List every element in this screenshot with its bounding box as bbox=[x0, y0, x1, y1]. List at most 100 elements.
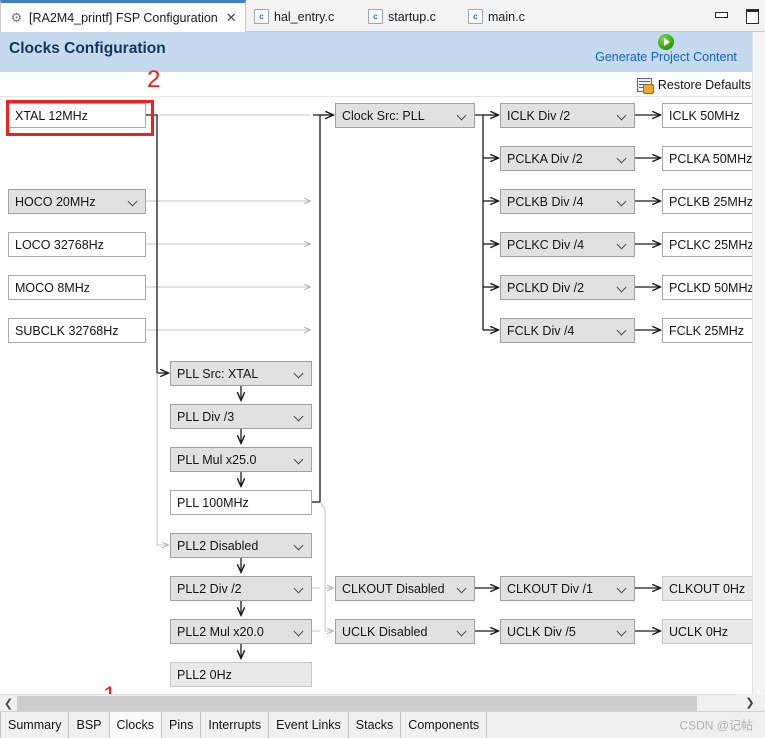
bottom-tab-stacks[interactable]: Stacks bbox=[348, 712, 402, 738]
clock-divider-node-pclkc_div[interactable]: PCLKC Div /4 bbox=[500, 232, 635, 257]
vertical-scrollbar[interactable] bbox=[752, 32, 765, 711]
chevron-down-icon[interactable] bbox=[618, 240, 627, 249]
chevron-down-icon[interactable] bbox=[295, 627, 304, 636]
clock-source-node-loco: LOCO 32768Hz bbox=[8, 232, 146, 257]
horizontal-scrollbar[interactable]: ❮ bbox=[0, 694, 752, 712]
chevron-down-icon[interactable] bbox=[618, 111, 627, 120]
chevron-down-icon[interactable] bbox=[458, 627, 467, 636]
clock-divider-node-fclk_div[interactable]: FCLK Div /4 bbox=[500, 318, 635, 343]
node-label: PLL2 0Hz bbox=[177, 667, 232, 682]
clock-divider-node-pclkb_div[interactable]: PCLKB Div /4 bbox=[500, 189, 635, 214]
peripheral-clock-node-clkout_out: CLKOUT 0Hz bbox=[662, 576, 752, 601]
clock-tree-canvas[interactable]: XTAL 12MHz HOCO 20MHz LOCO 32768Hz MOCO 8MH… bbox=[0, 96, 752, 690]
tab-startup-c[interactable]: c startup.c bbox=[360, 2, 444, 31]
tab-label: [RA2M4_printf] FSP Configuration bbox=[29, 10, 218, 25]
chevron-down-icon[interactable] bbox=[295, 369, 304, 378]
chevron-down-icon[interactable] bbox=[618, 154, 627, 163]
hscroll-thumb[interactable] bbox=[17, 695, 697, 711]
node-label: PCLKB 25MHz bbox=[669, 194, 752, 209]
chevron-down-icon[interactable] bbox=[129, 197, 138, 206]
chevron-down-icon[interactable] bbox=[618, 197, 627, 206]
pll-chain-node-pll_mul[interactable]: PLL Mul x25.0 bbox=[170, 447, 312, 472]
pll-chain-node-pll2_mul[interactable]: PLL2 Mul x20.0 bbox=[170, 619, 312, 644]
bottom-tab-clocks[interactable]: Clocks bbox=[109, 712, 163, 738]
generate-project-content-button[interactable]: Generate Project Content bbox=[586, 34, 746, 64]
node-label: UCLK Div /5 bbox=[507, 624, 576, 639]
bottom-tab-label: Interrupts bbox=[208, 718, 262, 732]
peripheral-clock-node-clkout_div[interactable]: CLKOUT Div /1 bbox=[500, 576, 635, 601]
clock-source-select-clock_src[interactable]: Clock Src: PLL bbox=[335, 103, 475, 128]
hscroll-track[interactable] bbox=[17, 694, 752, 712]
peripheral-clock-node-uclk_en[interactable]: UCLK Disabled bbox=[335, 619, 475, 644]
tab-hal-entry-c[interactable]: c hal_entry.c bbox=[246, 2, 342, 31]
bottom-tab-components[interactable]: Components bbox=[401, 712, 488, 738]
clock-divider-node-pclka_div[interactable]: PCLKA Div /2 bbox=[500, 146, 635, 171]
play-circle-icon bbox=[658, 34, 674, 50]
node-label: PCLKC Div /4 bbox=[507, 237, 585, 252]
node-label: PCLKA 50MHz bbox=[669, 151, 752, 166]
bottom-tab-pins[interactable]: Pins bbox=[162, 712, 202, 738]
node-label: MOCO 8MHz bbox=[15, 280, 90, 295]
chevron-down-icon[interactable] bbox=[618, 283, 627, 292]
bottom-tab-label: Summary bbox=[8, 718, 62, 732]
maximize-icon[interactable] bbox=[743, 6, 759, 24]
clock-output-node-iclk_out: ICLK 50MHz bbox=[662, 103, 752, 128]
chevron-down-icon[interactable] bbox=[295, 412, 304, 421]
node-label: PCLKD 50MHz bbox=[669, 280, 752, 295]
chevron-down-icon[interactable] bbox=[295, 584, 304, 593]
clock-source-node-moco: MOCO 8MHz bbox=[8, 275, 146, 300]
bottom-tab-bsp[interactable]: BSP bbox=[69, 712, 110, 738]
node-label: UCLK Disabled bbox=[342, 624, 428, 639]
chevron-down-icon[interactable] bbox=[618, 584, 627, 593]
configuration-tab-bar: Summary BSP Clocks Pins Interrupts Event… bbox=[0, 711, 765, 738]
window-controls bbox=[713, 6, 759, 24]
node-label: UCLK 0Hz bbox=[669, 624, 729, 639]
pll-chain-node-pll_src[interactable]: PLL Src: XTAL bbox=[170, 361, 312, 386]
chevron-down-icon[interactable] bbox=[458, 111, 467, 120]
gear-icon: ⚙ bbox=[10, 10, 23, 25]
node-label: PLL Div /3 bbox=[177, 409, 235, 424]
fsp-configuration-window: ⚙ [RA2M4_printf] FSP Configuration ✕ c h… bbox=[0, 0, 765, 738]
restore-defaults-button[interactable]: Restore Defaults bbox=[636, 78, 751, 94]
clock-divider-node-pclkd_div[interactable]: PCLKD Div /2 bbox=[500, 275, 635, 300]
pll-chain-node-pll_out: PLL 100MHz bbox=[170, 490, 312, 515]
node-label: PCLKA Div /2 bbox=[507, 151, 583, 166]
chevron-down-icon[interactable] bbox=[618, 326, 627, 335]
clock-divider-node-iclk_div[interactable]: ICLK Div /2 bbox=[500, 103, 635, 128]
node-label: LOCO 32768Hz bbox=[15, 237, 104, 252]
node-label: Clock Src: PLL bbox=[342, 108, 425, 123]
tab-fsp-configuration[interactable]: ⚙ [RA2M4_printf] FSP Configuration ✕ bbox=[0, 0, 246, 32]
bottom-tab-interrupts[interactable]: Interrupts bbox=[201, 712, 270, 738]
clock-output-node-fclk_out: FCLK 25MHz bbox=[662, 318, 752, 343]
chevron-down-icon[interactable] bbox=[295, 541, 304, 550]
pll-chain-node-pll2_out: PLL2 0Hz bbox=[170, 662, 312, 687]
node-label: CLKOUT Div /1 bbox=[507, 581, 593, 596]
clock-source-node-hoco[interactable]: HOCO 20MHz bbox=[8, 189, 146, 214]
bottom-tab-label: Pins bbox=[169, 718, 194, 732]
bottom-tab-summary[interactable]: Summary bbox=[0, 712, 70, 738]
bottom-tab-label: Components bbox=[408, 718, 480, 732]
pll-chain-node-pll2_div[interactable]: PLL2 Div /2 bbox=[170, 576, 312, 601]
peripheral-clock-node-uclk_div[interactable]: UCLK Div /5 bbox=[500, 619, 635, 644]
pll-chain-node-pll_div[interactable]: PLL Div /3 bbox=[170, 404, 312, 429]
chevron-left-icon[interactable]: ❮ bbox=[0, 694, 17, 712]
tab-main-c[interactable]: c main.c bbox=[460, 2, 533, 31]
node-label: PLL Mul x25.0 bbox=[177, 452, 257, 467]
peripheral-clock-node-clkout_en[interactable]: CLKOUT Disabled bbox=[335, 576, 475, 601]
bottom-tab-event-links[interactable]: Event Links bbox=[269, 712, 349, 738]
clock-output-node-pclkb_out: PCLKB 25MHz bbox=[662, 189, 752, 214]
c-file-icon: c bbox=[254, 9, 269, 24]
node-label: PCLKB Div /4 bbox=[507, 194, 584, 209]
tab-label: startup.c bbox=[388, 9, 436, 24]
chevron-down-icon[interactable] bbox=[295, 455, 304, 464]
chevron-down-icon[interactable] bbox=[618, 627, 627, 636]
bottom-tab-label: Stacks bbox=[355, 718, 394, 732]
generate-project-content-label: Generate Project Content bbox=[595, 50, 737, 64]
chevron-right-icon[interactable]: ❯ bbox=[735, 694, 765, 711]
node-label: HOCO 20MHz bbox=[15, 194, 96, 209]
minimize-icon[interactable] bbox=[713, 6, 729, 22]
close-icon[interactable]: ✕ bbox=[226, 11, 237, 24]
pll-chain-node-pll2_src[interactable]: PLL2 Disabled bbox=[170, 533, 312, 558]
chevron-down-icon[interactable] bbox=[458, 584, 467, 593]
node-label: PLL2 Div /2 bbox=[177, 581, 242, 596]
